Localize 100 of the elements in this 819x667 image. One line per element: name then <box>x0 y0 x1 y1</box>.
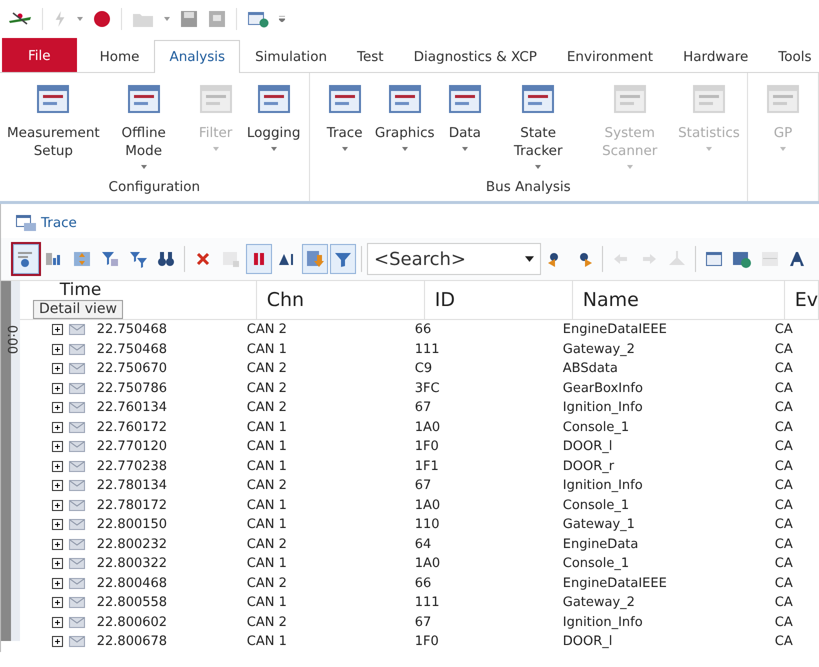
expand-icon[interactable] <box>52 422 63 433</box>
table-cell-text: CAN 1 <box>246 634 288 650</box>
table-cell-text: 22.750670 <box>96 361 168 376</box>
column-header[interactable]: Chn <box>256 281 425 319</box>
table-cell-text: CA <box>774 576 794 591</box>
table-cell-text: CA <box>774 420 794 435</box>
expand-icon[interactable] <box>52 402 63 414</box>
table-cell-text: CA <box>774 634 794 650</box>
table-cell-text: CAN 2 <box>246 400 288 416</box>
table-cell-text: 3FC <box>414 380 441 396</box>
pause-icon[interactable] <box>246 244 272 274</box>
table-cell-text: 22.800322 <box>96 556 168 572</box>
ribbon-tab[interactable]: Home <box>84 40 154 72</box>
table-cell-text: CA <box>774 342 794 357</box>
record-icon[interactable] <box>93 10 111 28</box>
column-header[interactable]: Name <box>572 281 785 319</box>
envelope-icon <box>68 558 85 570</box>
window-title: Trace <box>41 215 77 231</box>
table-cell-text: CA <box>774 400 794 416</box>
table-cell-text: 22.800150 <box>96 517 168 532</box>
envelope-icon <box>68 519 85 530</box>
expand-icon[interactable] <box>52 344 63 355</box>
table-cell-text: CA <box>774 458 794 474</box>
table-cell-text: EngineData <box>562 536 640 552</box>
table-cell-text: CA <box>774 478 794 494</box>
save-icon[interactable] <box>180 10 198 28</box>
ribbon-tab[interactable]: Hardware <box>668 40 764 72</box>
table-cell-text: CAN 2 <box>246 380 288 396</box>
expand-icon[interactable] <box>52 597 63 608</box>
table-cell-text: CAN 2 <box>246 478 288 494</box>
expand-icon[interactable] <box>52 616 63 628</box>
ribbon-button[interactable]: Logging <box>244 73 303 179</box>
window-globe-icon[interactable] <box>247 10 269 28</box>
column-header[interactable]: ID <box>424 281 573 319</box>
table-cell-text: DOOR_l <box>562 634 614 650</box>
customize-icon[interactable] <box>279 16 285 22</box>
file-tab[interactable]: File <box>2 38 77 72</box>
table-cell-text: CA <box>774 498 794 513</box>
envelope-icon <box>68 578 85 589</box>
ribbon-button[interactable]: Data <box>436 73 494 179</box>
expand-icon[interactable] <box>52 578 63 589</box>
expand-icon[interactable] <box>52 519 63 530</box>
table-cell-text: 66 <box>414 322 432 338</box>
ribbon-tab[interactable]: Environment <box>552 40 668 72</box>
column-header[interactable]: Ev <box>784 281 819 319</box>
window-icon <box>15 214 37 232</box>
expand-icon[interactable] <box>52 363 63 374</box>
table-cell-text: CAN 1 <box>246 556 288 572</box>
table-cell-text: 1A0 <box>414 420 442 435</box>
envelope-icon <box>68 363 85 374</box>
caret-icon[interactable] <box>77 17 83 21</box>
expand-icon[interactable] <box>52 500 63 511</box>
table-cell-text: Gateway_2 <box>562 342 636 357</box>
expand-icon[interactable] <box>52 636 63 648</box>
table-cell-text: EngineDataIEEE <box>562 322 668 338</box>
table-cell-text: CAN 2 <box>246 614 288 630</box>
expand-icon[interactable] <box>52 538 63 550</box>
expand-icon[interactable] <box>52 460 63 472</box>
group-label: Bus Analysis <box>486 179 571 197</box>
table-cell-text: CAN 1 <box>246 498 288 513</box>
ribbon-tab[interactable]: Simulation <box>240 40 342 72</box>
expand-icon[interactable] <box>52 480 63 492</box>
search-field[interactable]: <Search> <box>367 243 541 275</box>
ribbon-button[interactable]: Offline Mode <box>100 73 187 179</box>
envelope-icon <box>68 402 85 414</box>
table-cell-text: 111 <box>414 595 441 610</box>
envelope-icon <box>68 441 85 452</box>
detail-icon[interactable] <box>13 244 39 274</box>
table-cell-text: 1F0 <box>414 634 440 650</box>
ribbon-button[interactable]: Graphics <box>374 73 436 179</box>
table-cell-text: CAN 2 <box>246 322 288 338</box>
table-cell-text: EngineDataIEEE <box>562 576 668 591</box>
dropdown-caret-icon[interactable] <box>525 256 534 262</box>
envelope-icon <box>68 480 85 492</box>
table-cell-text: 22.780134 <box>96 478 168 494</box>
caret-icon[interactable] <box>164 17 170 21</box>
ribbon-button[interactable]: Measurement Setup <box>6 73 101 179</box>
expand-icon[interactable] <box>52 382 63 394</box>
table-cell-text: CA <box>774 536 794 552</box>
ribbon-button[interactable]: Trace <box>316 73 374 179</box>
table-cell-text: 22.800468 <box>96 576 168 591</box>
expand-icon[interactable] <box>52 558 63 570</box>
ribbon-tab[interactable]: Tools <box>763 40 819 72</box>
table-cell-text: 22.800232 <box>96 536 168 552</box>
ribbon-tab[interactable]: Test <box>342 40 399 72</box>
expand-icon[interactable] <box>52 441 63 452</box>
table-cell-text: 22.750468 <box>96 322 168 338</box>
ribbon-tab[interactable]: Analysis <box>154 40 240 73</box>
table-cell-text: CAN 2 <box>246 361 288 376</box>
funnel-icon[interactable] <box>330 244 356 274</box>
table-cell-text: 1F1 <box>414 458 440 474</box>
expand-icon[interactable] <box>52 324 63 336</box>
ribbon-tab[interactable]: Diagnostics & XCP <box>398 40 552 72</box>
table-cell-text: Ignition_Info <box>562 478 644 494</box>
table-cell-text: Gateway_2 <box>562 595 636 610</box>
ribbon-button[interactable]: State Tracker <box>494 73 582 179</box>
table-cell-text: DOOR_l <box>562 439 614 454</box>
table-cell-text: CAN 2 <box>246 536 288 552</box>
table-cell-text: CAN 1 <box>246 595 288 610</box>
time-ruler-label: 0:00 <box>4 325 19 354</box>
